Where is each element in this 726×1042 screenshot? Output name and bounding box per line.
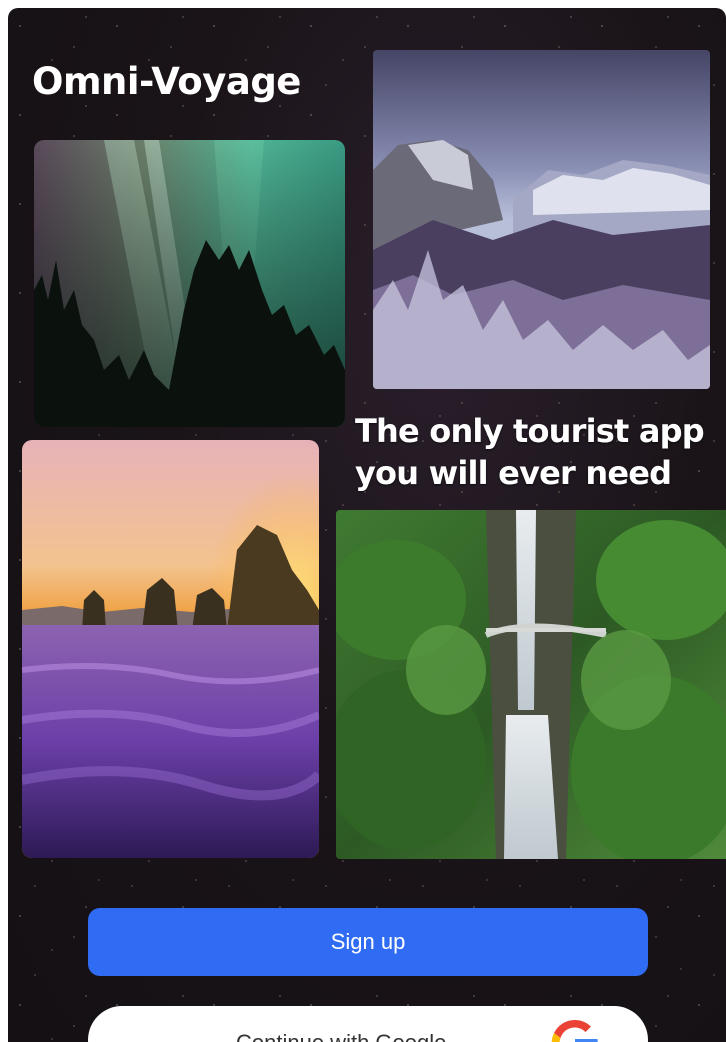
lavender-sunset-photo	[22, 440, 319, 858]
continue-with-google-button[interactable]: Continue with Google	[88, 1006, 648, 1042]
aurora-photo	[34, 140, 345, 427]
snowy-valley-photo	[373, 50, 710, 389]
app-title: Omni-Voyage	[32, 60, 301, 103]
google-button-label: Continue with Google	[236, 1030, 446, 1042]
onboarding-screen: Omni-Voyage The only tourist app you wil…	[8, 8, 726, 1042]
sign-up-button[interactable]: Sign up	[88, 908, 648, 976]
tagline: The only tourist app you will ever need	[355, 412, 705, 492]
waterfall-photo	[336, 510, 726, 859]
google-g-icon	[546, 1014, 604, 1042]
